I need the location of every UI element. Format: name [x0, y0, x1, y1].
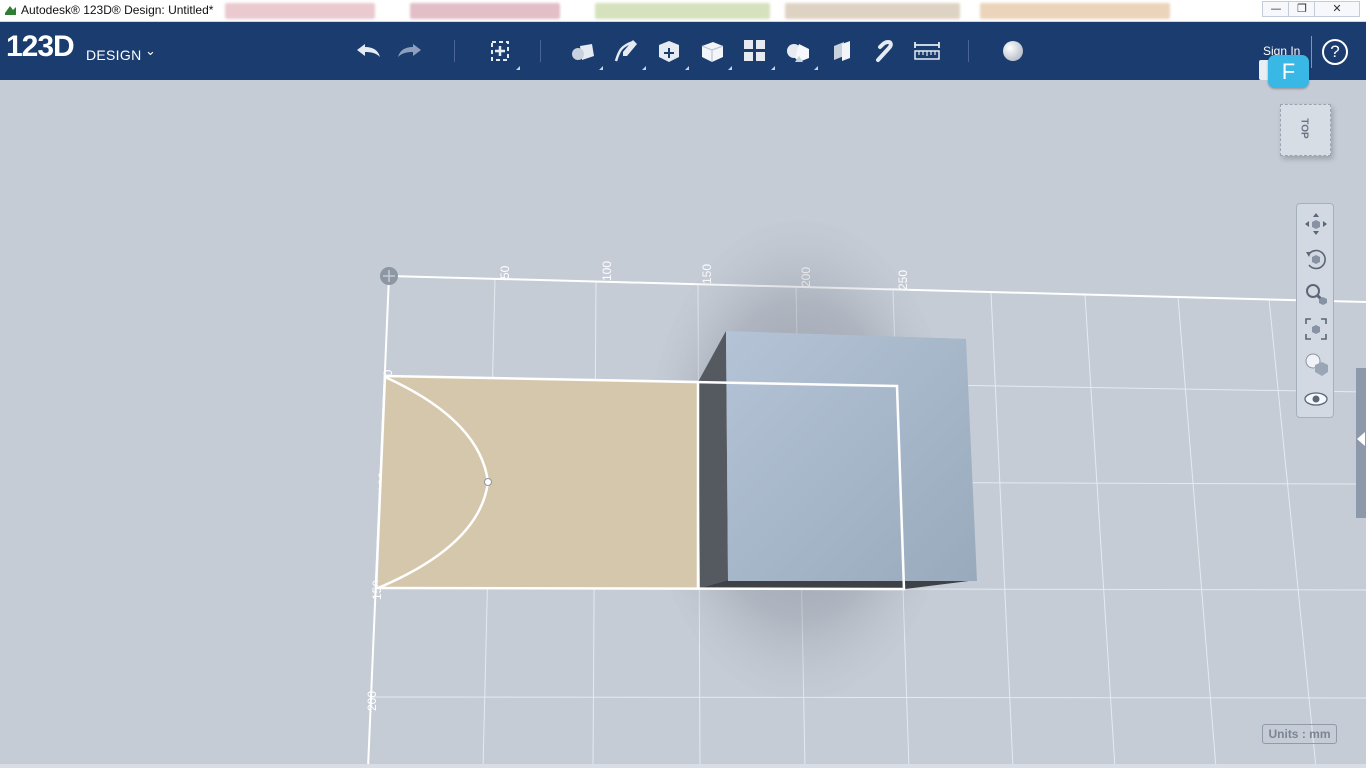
grid-line: [1084, 294, 1116, 768]
pan-button[interactable]: [1301, 209, 1331, 239]
redo-button[interactable]: [393, 34, 427, 68]
toolbar-divider: [540, 40, 541, 62]
primitives-icon: [572, 44, 594, 60]
undo-button[interactable]: [351, 34, 385, 68]
visibility-icon: [1304, 392, 1328, 406]
modify-icon: [701, 42, 724, 62]
view-mode-icon: [1305, 353, 1328, 376]
units-button[interactable]: Units : mm: [1262, 724, 1337, 744]
app-menu-chevron-icon[interactable]: ⌄: [145, 44, 156, 59]
material-button[interactable]: [996, 34, 1030, 68]
minimize-button[interactable]: —: [1262, 1, 1290, 17]
combine-button[interactable]: [824, 34, 858, 68]
orbit-icon: [1306, 249, 1326, 270]
construct-icon: [659, 41, 679, 62]
app-logo-icon: [5, 6, 16, 15]
status-strip: [0, 764, 1366, 768]
grid-line: [369, 696, 1366, 699]
grid-label-left: 200: [365, 691, 379, 711]
navigation-bar: [1296, 203, 1334, 418]
pan-icon: [1305, 213, 1327, 235]
grouping-button[interactable]: [781, 34, 818, 70]
snap-icon: [876, 39, 893, 62]
restore-button[interactable]: ❐: [1288, 1, 1316, 17]
primitives-button[interactable]: [566, 34, 603, 70]
background-taskbar-tabs: [225, 1, 1225, 21]
orbit-button[interactable]: [1301, 244, 1331, 274]
material-icon: [1003, 41, 1023, 61]
main-toolbar: 123D DESIGN ⌄ Sign In ?: [0, 22, 1366, 80]
snap-button[interactable]: [867, 34, 901, 68]
visibility-button[interactable]: [1301, 384, 1331, 414]
fit-button[interactable]: [1301, 314, 1331, 344]
grid-origin-marker: [380, 267, 398, 285]
window-titlebar: Autodesk® 123D® Design: Untitled* — ❐ ✕: [0, 0, 1366, 22]
construct-button[interactable]: [652, 34, 689, 70]
transform-icon: [491, 41, 509, 61]
fit-icon: [1305, 318, 1327, 340]
help-button[interactable]: ?: [1322, 39, 1348, 65]
grid-line: [990, 291, 1014, 768]
combine-icon: [834, 41, 850, 61]
transform-button[interactable]: [483, 34, 520, 70]
app-logo[interactable]: 123D: [6, 30, 75, 64]
side-panel-expand-icon[interactable]: [1357, 432, 1365, 446]
undo-icon: [357, 44, 380, 57]
sketch-button[interactable]: [609, 34, 646, 70]
sketch-arc-midpoint[interactable]: [484, 478, 492, 486]
modify-button[interactable]: [695, 34, 732, 70]
sketch-icon: [614, 40, 637, 62]
toolbar-divider: [968, 40, 969, 62]
grouping-icon: [787, 44, 809, 62]
view-cube-face-label[interactable]: TOP: [1299, 118, 1310, 138]
grid-label-top: 100: [600, 261, 614, 281]
pattern-button[interactable]: [738, 34, 775, 70]
box-solid[interactable]: [698, 331, 977, 589]
zoom-button[interactable]: [1301, 279, 1331, 309]
3d-viewport[interactable]: 50 100 150 200 250 50 100 150 200: [0, 80, 1366, 768]
toolbar-divider: [454, 40, 455, 62]
redo-icon: [398, 44, 421, 57]
measure-button[interactable]: [910, 34, 944, 68]
measure-icon: [914, 42, 940, 60]
toolbar-divider: [1311, 36, 1312, 68]
grid-label-top: 50: [498, 265, 512, 279]
view-cube[interactable]: TOP: [1280, 104, 1331, 156]
box-front-face: [726, 331, 977, 581]
sketch-profile[interactable]: [378, 376, 698, 588]
user-avatar-badge[interactable]: F: [1268, 55, 1309, 88]
close-button[interactable]: ✕: [1314, 1, 1360, 17]
view-mode-button[interactable]: [1301, 349, 1331, 379]
scene-canvas[interactable]: 50 100 150 200 250 50 100 150 200: [0, 80, 1366, 768]
pattern-icon: [744, 40, 765, 61]
zoom-icon: [1306, 284, 1327, 305]
app-logo-subtitle[interactable]: DESIGN: [86, 47, 141, 63]
window-title: Autodesk® 123D® Design: Untitled*: [21, 3, 214, 17]
